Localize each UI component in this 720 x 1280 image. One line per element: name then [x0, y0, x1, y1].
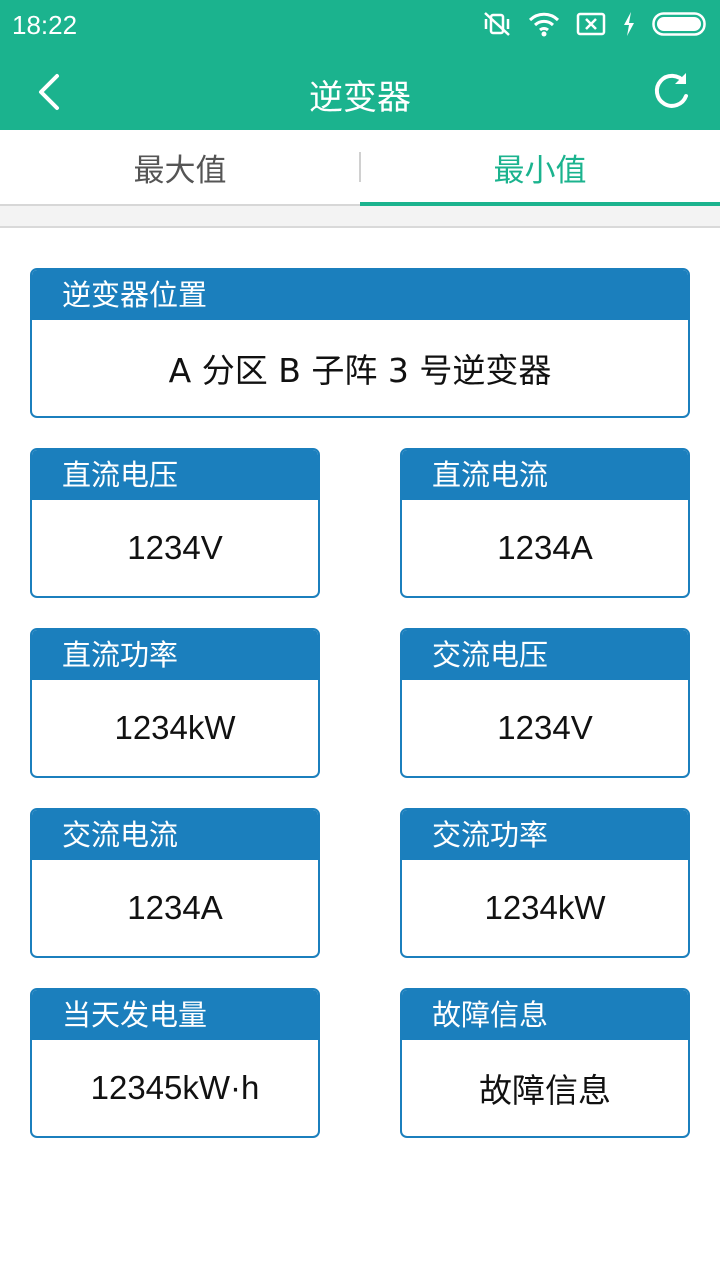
status-icons	[482, 10, 708, 38]
status-time: 18:22	[12, 10, 78, 40]
metric-label: 交流功率	[402, 810, 688, 860]
metric-value: 1234A	[127, 889, 223, 926]
app-bar: 逆变器	[0, 50, 720, 130]
metric-label: 交流电流	[32, 810, 318, 860]
metric-label: 直流电流	[402, 450, 688, 500]
metric-card-dc-power: 直流功率 1234kW	[30, 628, 320, 778]
metric-value: 故障信息	[479, 1071, 611, 1110]
metric-card-dc-voltage: 直流电压 1234V	[30, 448, 320, 598]
page-title: 逆变器	[309, 78, 411, 118]
metric-value: 1234A	[497, 529, 593, 566]
tab-divider	[359, 152, 361, 182]
metric-value: 1234V	[497, 709, 593, 746]
tab-min[interactable]: 最小值	[360, 130, 720, 206]
metric-card-ac-power: 交流功率 1234kW	[400, 808, 690, 958]
tab-max[interactable]: 最大值	[0, 130, 360, 204]
status-bar: 18:22	[0, 0, 720, 50]
wifi-icon	[528, 11, 560, 37]
metric-value: 12345kW·h	[90, 1069, 260, 1106]
metric-card-ac-current: 交流电流 1234A	[30, 808, 320, 958]
battery-icon	[652, 11, 708, 37]
metric-label: 交流电压	[402, 630, 688, 680]
sim-off-icon	[576, 11, 606, 37]
metric-card-fault-info: 故障信息 故障信息	[400, 988, 690, 1138]
location-value: A 分区 B 子阵 3 号逆变器	[168, 351, 552, 390]
metric-card-daily-generation: 当天发电量 12345kW·h	[30, 988, 320, 1138]
metric-value: 1234kW	[484, 889, 606, 926]
charging-icon	[622, 11, 636, 37]
metric-card-ac-voltage: 交流电压 1234V	[400, 628, 690, 778]
section-divider	[0, 206, 720, 228]
location-card: 逆变器位置 A 分区 B 子阵 3 号逆变器	[30, 268, 690, 418]
refresh-icon	[654, 73, 688, 108]
refresh-button[interactable]	[648, 66, 696, 114]
metric-label: 直流功率	[32, 630, 318, 680]
metric-value: 1234kW	[114, 709, 236, 746]
location-label: 逆变器位置	[32, 270, 688, 320]
mute-vibrate-icon	[482, 10, 512, 38]
metric-label: 直流电压	[32, 450, 318, 500]
metric-value: 1234V	[127, 529, 223, 566]
metric-label: 当天发电量	[32, 990, 318, 1040]
metric-label: 故障信息	[402, 990, 688, 1040]
metric-card-dc-current: 直流电流 1234A	[400, 448, 690, 598]
